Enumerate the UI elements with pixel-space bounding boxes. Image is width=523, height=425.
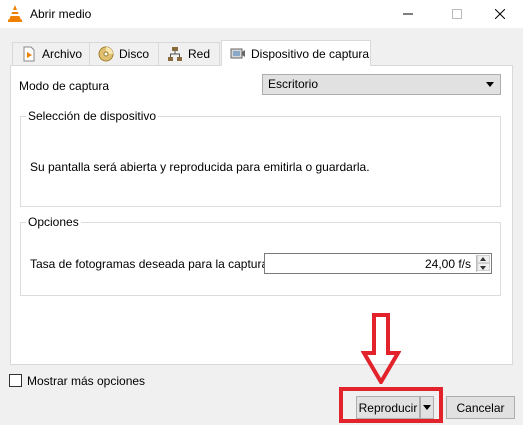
- maximize-button[interactable]: [434, 0, 480, 28]
- framerate-value: 24,00 f/s: [424, 257, 471, 271]
- annotation-arrow-icon: [361, 313, 401, 384]
- tab-dispositivo-captura-label: Dispositivo de captura: [251, 46, 370, 61]
- chevron-down-icon: [486, 82, 494, 87]
- network-icon: [168, 47, 182, 61]
- close-icon: [495, 9, 505, 19]
- minimize-button[interactable]: [385, 0, 431, 28]
- maximize-icon: [452, 9, 462, 19]
- cancel-button[interactable]: Cancelar: [446, 396, 515, 419]
- window-title: Abrir medio: [30, 7, 92, 21]
- more-options-label: Mostrar más opciones: [27, 374, 146, 388]
- capture-device-icon: [230, 48, 245, 58]
- capture-mode-value: Escritorio: [268, 77, 319, 91]
- spin-down-icon[interactable]: [477, 263, 490, 271]
- tab-disco-label: Disco: [119, 47, 150, 61]
- tab-red-label: Red: [188, 47, 211, 61]
- options-title: Opciones: [26, 215, 81, 229]
- close-button[interactable]: [477, 0, 523, 28]
- device-message: Su pantalla será abierta y reproducida p…: [30, 160, 370, 174]
- framerate-spin-buttons: [476, 255, 490, 272]
- tab-red[interactable]: Red: [158, 42, 220, 65]
- framerate-spinbox[interactable]: 24,00 f/s: [264, 253, 492, 274]
- tab-disco[interactable]: Disco: [89, 42, 159, 65]
- tab-archivo-label: Archivo: [42, 47, 83, 61]
- cancel-button-label: Cancelar: [456, 400, 505, 415]
- vlc-cone-icon: [8, 5, 22, 22]
- capture-mode-select[interactable]: Escritorio: [262, 74, 501, 95]
- tab-archivo[interactable]: Archivo: [12, 42, 90, 65]
- file-play-icon: [23, 46, 35, 62]
- tab-dispositivo-captura[interactable]: Dispositivo de captura: [221, 40, 371, 66]
- minimize-icon: [403, 13, 413, 15]
- framerate-label: Tasa de fotogramas deseada para la captu…: [30, 257, 272, 271]
- capture-mode-label: Modo de captura: [19, 79, 110, 93]
- device-selection-title: Selección de dispositivo: [26, 109, 159, 123]
- annotation-highlight-box: [339, 387, 443, 423]
- spin-up-icon[interactable]: [477, 255, 490, 263]
- more-options-checkbox[interactable]: [9, 374, 22, 387]
- disc-icon: [98, 46, 114, 62]
- title-bar: Abrir medio: [0, 0, 523, 28]
